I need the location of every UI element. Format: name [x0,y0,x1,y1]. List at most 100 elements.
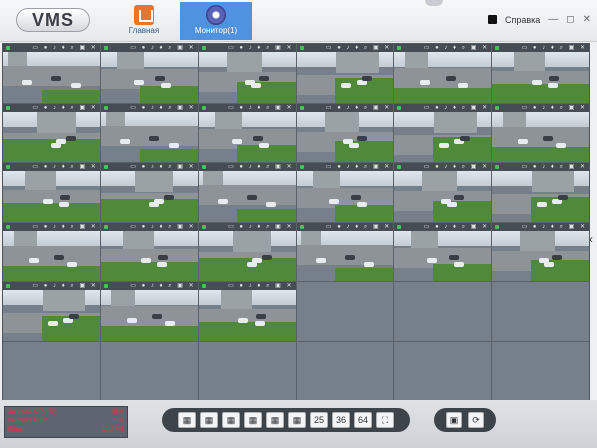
camera-tile[interactable]: ▭ ● ♪ ♦ ⌕ ▣ ✕ [296,222,394,281]
camera-tools-icon[interactable]: ▭ ● ♪ ♦ ⌕ ▣ ✕ [32,163,97,171]
camera-feed [394,230,492,281]
camera-tools-icon[interactable]: ▭ ● ♪ ♦ ⌕ ▣ ✕ [424,223,489,231]
camera-tools-icon[interactable]: ▭ ● ♪ ♦ ⌕ ▣ ✕ [522,104,587,112]
camera-tile[interactable]: ▭ ● ♪ ♦ ⌕ ▣ ✕ [198,163,296,222]
minimize-icon[interactable]: — [548,14,558,25]
camera-tools-icon[interactable]: ▭ ● ♪ ♦ ⌕ ▣ ✕ [130,282,195,290]
status-led-icon [103,165,108,169]
camera-tools-icon[interactable]: ▭ ● ♪ ♦ ⌕ ▣ ✕ [32,223,97,231]
layout-36-button[interactable]: 36 [332,412,350,428]
close-icon[interactable]: ✕ [583,14,591,25]
empty-tile[interactable] [198,341,296,400]
camera-tile[interactable]: ▭ ● ♪ ♦ ⌕ ▣ ✕ [3,44,100,103]
video-area: ▭ ● ♪ ♦ ⌕ ▣ ✕ ▭ ● ♪ ♦ ⌕ ▣ ✕ ▭ ● ♪ ♦ ⌕ ▣ ✕ ▭… [2,43,590,401]
camera-tile[interactable]: ▭ ● ♪ ♦ ⌕ ▣ ✕ [296,44,394,103]
right-toolbar: ▣ ⟳ [434,408,496,432]
top-bar: VMS Главная Монитор(1) Справка — ◻ ✕ [0,0,597,42]
camera-tile[interactable]: ▭ ● ♪ ♦ ⌕ ▣ ✕ [296,163,394,222]
camera-tools-icon[interactable]: ▭ ● ♪ ♦ ⌕ ▣ ✕ [130,104,195,112]
camera-tile[interactable]: ▭ ● ♪ ♦ ⌕ ▣ ✕ [3,282,100,341]
camera-feed [198,171,296,222]
empty-tile[interactable] [492,341,589,400]
camera-tools-icon[interactable]: ▭ ● ♪ ♦ ⌕ ▣ ✕ [32,282,97,290]
layout-6-icon[interactable]: ▦ [222,412,240,428]
layout-64-button[interactable]: 64 [354,412,372,428]
camera-tile[interactable]: ▭ ● ♪ ♦ ⌕ ▣ ✕ [394,163,492,222]
camera-tools-icon[interactable]: ▭ ● ♪ ♦ ⌕ ▣ ✕ [326,223,391,231]
nav-monitor-tab[interactable]: Монитор(1) [180,2,252,40]
restore-icon[interactable]: ◻ [566,14,574,25]
camera-tools-icon[interactable]: ▭ ● ♪ ♦ ⌕ ▣ ✕ [522,223,587,231]
empty-tile[interactable] [492,282,589,341]
camera-tile[interactable]: ▭ ● ♪ ♦ ⌕ ▣ ✕ [198,222,296,281]
save-icon[interactable]: ▣ [446,412,462,428]
camera-tile[interactable]: ▭ ● ♪ ♦ ⌕ ▣ ✕ [100,163,198,222]
layout-9-icon[interactable]: ▦ [266,412,284,428]
camera-tile[interactable]: ▭ ● ♪ ♦ ⌕ ▣ ✕ [198,103,296,162]
camera-tile[interactable]: ▭ ● ♪ ♦ ⌕ ▣ ✕ [100,103,198,162]
layout-8-icon[interactable]: ▦ [244,412,262,428]
camera-tile[interactable]: ▭ ● ♪ ♦ ⌕ ▣ ✕ [3,163,100,222]
camera-feed [198,290,296,341]
camera-tile[interactable]: ▭ ● ♪ ♦ ⌕ ▣ ✕ [394,103,492,162]
camera-feed [198,230,296,281]
camera-tile[interactable]: ▭ ● ♪ ♦ ⌕ ▣ ✕ [100,282,198,341]
camera-tools-icon[interactable]: ▭ ● ♪ ♦ ⌕ ▣ ✕ [424,44,489,52]
status-led-icon [103,46,108,50]
camera-tile[interactable]: ▭ ● ♪ ♦ ⌕ ▣ ✕ [100,44,198,103]
help-link[interactable]: Справка [505,15,540,25]
layout-16-icon[interactable]: ▦ [288,412,306,428]
camera-tools-icon[interactable]: ▭ ● ♪ ♦ ⌕ ▣ ✕ [424,104,489,112]
camera-tools-icon[interactable]: ▭ ● ♪ ♦ ⌕ ▣ ✕ [326,163,391,171]
camera-tile[interactable]: ▭ ● ♪ ♦ ⌕ ▣ ✕ [394,222,492,281]
camera-tools-icon[interactable]: ▭ ● ♪ ♦ ⌕ ▣ ✕ [228,44,293,52]
empty-tile[interactable] [394,282,492,341]
camera-tools-icon[interactable]: ▭ ● ♪ ♦ ⌕ ▣ ✕ [228,282,293,290]
camera-tile[interactable]: ▭ ● ♪ ♦ ⌕ ▣ ✕ [492,44,589,103]
camera-tile[interactable]: ▭ ● ♪ ♦ ⌕ ▣ ✕ [296,103,394,162]
camera-tile[interactable]: ▭ ● ♪ ♦ ⌕ ▣ ✕ [394,44,492,103]
camera-tools-icon[interactable]: ▭ ● ♪ ♦ ⌕ ▣ ✕ [424,163,489,171]
home-icon [134,5,154,25]
layout-4-icon[interactable]: ▦ [200,412,218,428]
empty-tile[interactable] [296,282,394,341]
camera-tools-icon[interactable]: ▭ ● ♪ ♦ ⌕ ▣ ✕ [326,44,391,52]
monitor-icon [206,5,226,25]
camera-tools-icon[interactable]: ▭ ● ♪ ♦ ⌕ ▣ ✕ [522,163,587,171]
camera-tile[interactable]: ▭ ● ♪ ♦ ⌕ ▣ ✕ [492,222,589,281]
empty-tile[interactable] [100,341,198,400]
camera-tools-icon[interactable]: ▭ ● ♪ ♦ ⌕ ▣ ✕ [228,163,293,171]
camera-tile[interactable]: ▭ ● ♪ ♦ ⌕ ▣ ✕ [198,44,296,103]
camera-tile[interactable]: ▭ ● ♪ ♦ ⌕ ▣ ✕ [492,163,589,222]
panel-expand-icon[interactable]: ‹ [589,232,593,246]
camera-tools-icon[interactable]: ▭ ● ♪ ♦ ⌕ ▣ ✕ [130,223,195,231]
camera-feed [100,111,198,162]
camera-tools-icon[interactable]: ▭ ● ♪ ♦ ⌕ ▣ ✕ [32,104,97,112]
camera-tile[interactable]: ▭ ● ♪ ♦ ⌕ ▣ ✕ [198,282,296,341]
camera-tile[interactable]: ▭ ● ♪ ♦ ⌕ ▣ ✕ [3,222,100,281]
camera-toolbar: ▭ ● ♪ ♦ ⌕ ▣ ✕ [3,282,100,290]
fullscreen-icon[interactable]: ⛶ [376,412,394,428]
nav-home-button[interactable]: Главная [120,2,168,40]
empty-tile[interactable] [394,341,492,400]
camera-tile[interactable]: ▭ ● ♪ ♦ ⌕ ▣ ✕ [492,103,589,162]
layout-25-button[interactable]: 25 [310,412,328,428]
empty-tile[interactable] [296,341,394,400]
camera-tools-icon[interactable]: ▭ ● ♪ ♦ ⌕ ▣ ✕ [228,223,293,231]
status-led-icon [103,284,108,288]
camera-tools-icon[interactable]: ▭ ● ♪ ♦ ⌕ ▣ ✕ [326,104,391,112]
shirt-icon[interactable] [487,15,497,24]
camera-tile[interactable]: ▭ ● ♪ ♦ ⌕ ▣ ✕ [3,103,100,162]
layout-1-icon[interactable]: ▦ [178,412,196,428]
camera-tools-icon[interactable]: ▭ ● ♪ ♦ ⌕ ▣ ✕ [130,163,195,171]
camera-feed [100,52,198,103]
camera-tile[interactable]: ▭ ● ♪ ♦ ⌕ ▣ ✕ [100,222,198,281]
camera-tools-icon[interactable]: ▭ ● ♪ ♦ ⌕ ▣ ✕ [130,44,195,52]
top-handle[interactable] [425,0,443,6]
camera-tools-icon[interactable]: ▭ ● ♪ ♦ ⌕ ▣ ✕ [32,44,97,52]
refresh-icon[interactable]: ⟳ [468,412,484,428]
empty-tile[interactable] [3,341,100,400]
camera-tools-icon[interactable]: ▭ ● ♪ ♦ ⌕ ▣ ✕ [228,104,293,112]
camera-feed [100,230,198,281]
camera-tools-icon[interactable]: ▭ ● ♪ ♦ ⌕ ▣ ✕ [522,44,587,52]
